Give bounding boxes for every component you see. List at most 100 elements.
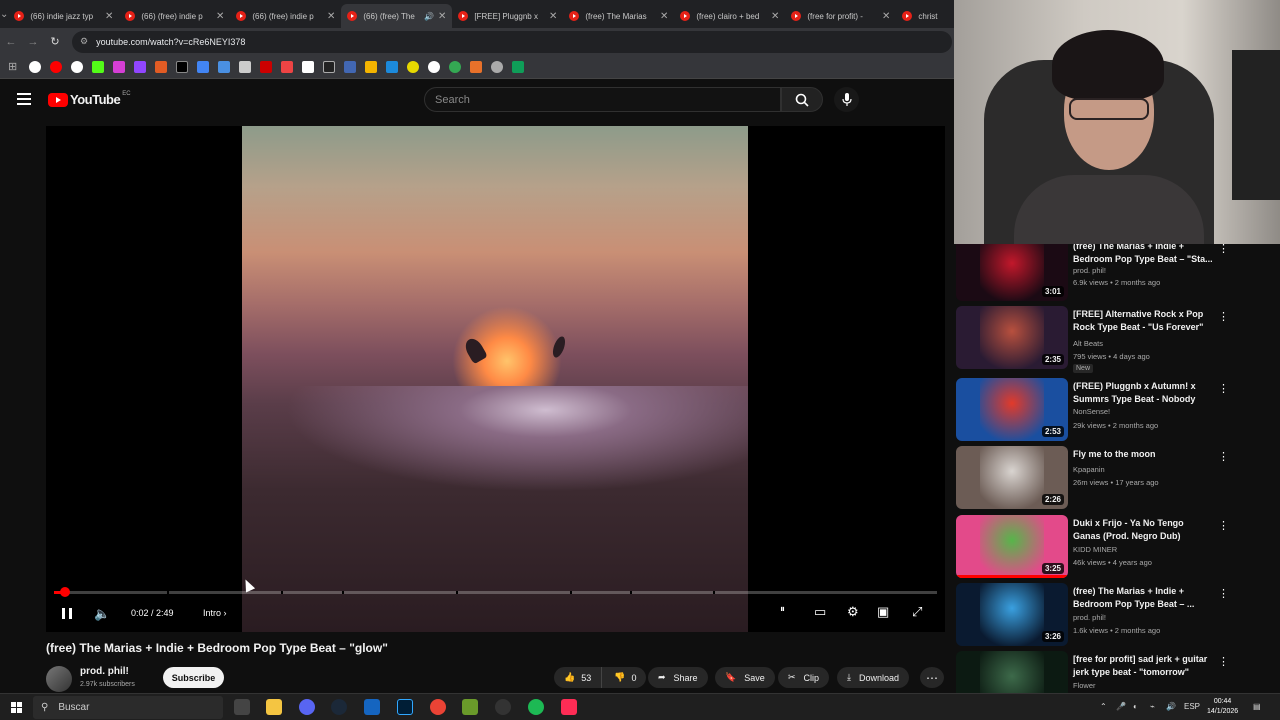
video-title[interactable]: (FREE) Pluggnb x Autumn! x Summrs Type B… [1073,380,1213,406]
channel-name[interactable]: KIDD MINER [1073,545,1117,554]
close-tab-icon[interactable]: ✕ [216,11,224,22]
more-options-icon[interactable]: ⋮ [1218,450,1229,463]
tray-chevron-icon[interactable]: ⌃ [1100,702,1107,711]
apps-grid-icon[interactable]: ⊞ [8,61,20,73]
youtube-logo[interactable]: YouTube EC [48,91,131,107]
volume-icon[interactable]: 🔊 [1166,702,1176,711]
settings-icon[interactable]: ⚙ [847,604,859,620]
bookmark-icon[interactable] [92,60,104,73]
chapter-button[interactable]: Intro › [203,608,227,618]
bookmark-icon[interactable] [239,60,251,73]
tab-search-icon[interactable]: ⌄ [0,0,8,28]
channel-name[interactable]: prod. phil! [1073,266,1106,275]
list-item[interactable]: 3:26 (free) The Marias + Indie + Bedroom… [956,583,1272,649]
scrubber-handle[interactable] [59,587,70,597]
list-item[interactable]: 2:35 [FREE] Alternative Rock x Pop Rock … [956,306,1272,373]
tray-app-icon[interactable]: ◐ [1133,702,1138,711]
video-thumbnail[interactable]: 2:35 [956,306,1068,369]
video-title[interactable]: Fly me to the moon [1073,448,1213,461]
url-field[interactable]: ⚙ youtube.com/watch?v=cRe6NEYI378 [72,30,952,53]
dislike-button[interactable]: 👎 0 [610,672,646,683]
bookmark-icon[interactable] [470,60,482,73]
close-tab-icon[interactable]: ✕ [660,11,668,22]
clip-button[interactable]: ✂ Clip [778,667,830,688]
taskbar-clock[interactable]: 00:44 14/1/2026 [1207,697,1238,717]
bookmark-icon[interactable] [344,60,356,73]
video-title[interactable]: [FREE] Alternative Rock x Pop Rock Type … [1073,308,1213,334]
bookmark-icon[interactable] [302,60,314,73]
forward-arrow-icon[interactable]: → [22,36,44,48]
video-title[interactable]: (free) The Marias + Indie + Bedroom Pop … [1073,244,1213,266]
language-indicator[interactable]: ESP [1184,702,1200,711]
chrome-icon[interactable] [430,699,446,715]
back-arrow-icon[interactable]: ← [0,36,22,48]
discord-icon[interactable] [299,699,315,715]
browser-tab[interactable]: [FREE] Pluggnb x ✕ [452,4,563,28]
bookmark-icon[interactable] [449,60,461,73]
channel-name[interactable]: prod. phil! [80,666,129,677]
captions-icon[interactable]: ▭ [814,604,826,620]
progress-bar[interactable] [54,587,937,597]
bookmark-icon[interactable] [71,60,83,73]
browser-tab[interactable]: (free for profit) - ✕ [785,4,896,28]
browser-tab[interactable]: (66) (free) indie p ✕ [119,4,230,28]
bookmark-icon[interactable] [407,60,419,73]
more-options-icon[interactable]: ⋮ [1218,310,1229,323]
search-input[interactable]: Search [424,87,781,112]
speaker-icon[interactable]: 🔊 [424,12,434,21]
video-thumbnail[interactable] [956,651,1068,693]
video-thumbnail[interactable]: 3:26 [956,583,1068,646]
list-item[interactable]: 3:25 Duki x Frijo - Ya No Tengo Ganas (P… [956,515,1272,581]
search-button[interactable] [781,87,823,112]
bookmark-icon[interactable] [218,60,230,73]
channel-name[interactable]: Flower [1073,681,1096,690]
bookmark-icon[interactable] [134,60,146,73]
browser-tab[interactable]: (66) (free) indie p ✕ [230,4,341,28]
steam-icon[interactable] [331,699,347,715]
bookmark-icon[interactable] [365,60,377,73]
bookmark-icon[interactable] [50,60,62,73]
channel-name[interactable]: NonSense! [1073,407,1110,416]
bookmark-icon[interactable] [491,60,503,73]
close-tab-icon[interactable]: ✕ [438,11,446,22]
like-button[interactable]: 👍 53 [554,667,603,688]
video-title[interactable]: [free for profit] sad jerk + guitar jerk… [1073,653,1213,679]
channel-name[interactable]: Kpapanin [1073,465,1105,474]
more-options-icon[interactable]: ⋮ [1218,655,1229,668]
bookmark-icon[interactable] [197,60,209,73]
list-item[interactable]: 3:01 (free) The Marias + Indie + Bedroom… [956,244,1272,304]
bookmark-icon[interactable] [113,60,125,73]
close-tab-icon[interactable]: ✕ [327,11,335,22]
channel-name[interactable]: prod. phil! [1073,613,1106,622]
video-title[interactable]: Duki x Frijo - Ya No Tengo Ganas (Prod. … [1073,517,1213,543]
voice-search-button[interactable] [834,87,859,112]
bookmark-icon[interactable] [260,60,272,73]
video-title[interactable]: (free) The Marias + Indie + Bedroom Pop … [1073,585,1213,611]
pause-icon[interactable] [62,608,72,619]
list-item[interactable]: 2:26 Fly me to the moon Kpapanin 26m vie… [956,446,1272,512]
close-tab-icon[interactable]: ✕ [549,11,557,22]
bookmark-icon[interactable] [29,60,41,73]
video-thumbnail[interactable]: 3:01 [956,244,1068,301]
network-icon[interactable]: ⌁ [1150,702,1155,711]
app-icon[interactable] [462,699,478,715]
browser-tab[interactable]: (free) The Marias ✕ [563,4,674,28]
list-item[interactable]: [free for profit] sad jerk + guitar jerk… [956,651,1272,693]
more-options-icon[interactable]: ⋮ [1218,587,1229,600]
app-icon[interactable] [495,699,511,715]
close-tab-icon[interactable]: ✕ [105,11,113,22]
share-button[interactable]: ➦ Share [648,667,708,688]
taskbar-search-input[interactable]: ⚲ Buscar [33,696,223,719]
site-info-icon[interactable]: ⚙ [80,36,88,47]
list-item[interactable]: 2:53 (FREE) Pluggnb x Autumn! x Summrs T… [956,378,1272,444]
subscribe-button[interactable]: Subscribe [163,667,224,688]
autoplay-toggle-icon[interactable]: ⏸ [780,604,785,615]
close-tab-icon[interactable]: ✕ [882,11,890,22]
download-button[interactable]: ⤓ Download [837,667,910,688]
task-view-icon[interactable] [234,699,250,715]
menu-icon[interactable] [17,93,31,105]
more-options-icon[interactable]: ⋮ [1218,244,1229,255]
video-player[interactable]: 🔈 0:02 / 2:49 Intro › ⏸ ▭ ⚙ ▣ ⤢ [46,126,945,632]
bookmark-icon[interactable] [323,60,335,73]
microphone-icon[interactable]: 🎤 [1116,702,1126,711]
